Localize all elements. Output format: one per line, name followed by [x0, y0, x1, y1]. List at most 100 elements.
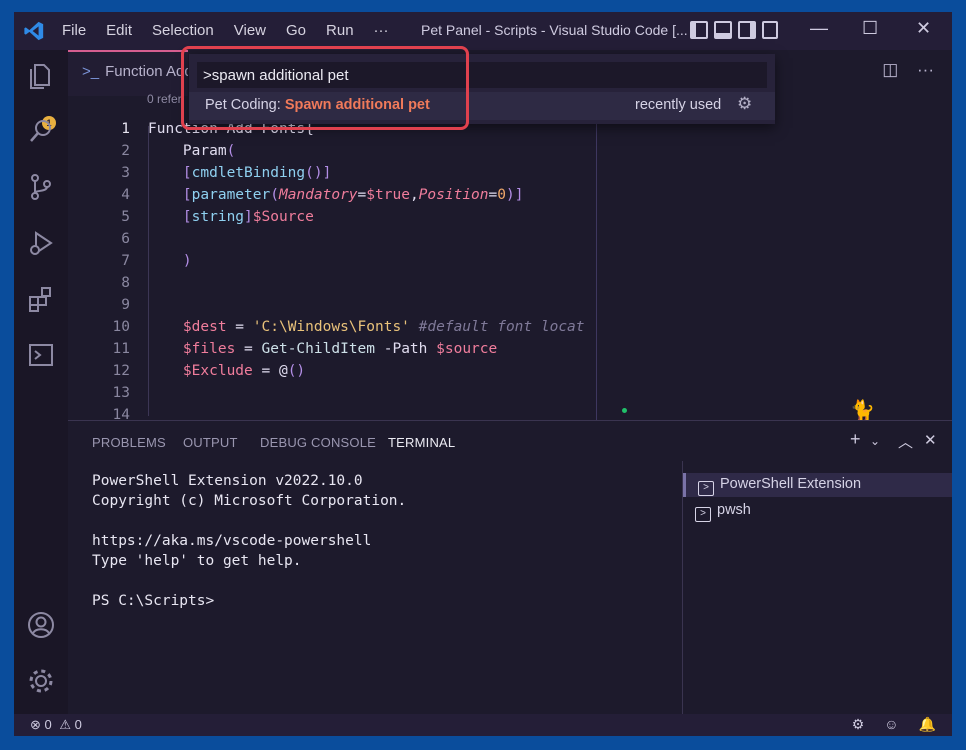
title-bar: File Edit Selection View Go Run ··· Pet …	[14, 12, 952, 50]
split-editor-icon[interactable]: ◫	[882, 60, 898, 79]
vscode-logo-icon	[24, 21, 44, 41]
menu-go[interactable]: Go	[286, 22, 306, 39]
warning-count: 0	[74, 717, 82, 732]
terminal-item-powershell-extension[interactable]: > PowerShell Extension	[683, 473, 952, 497]
minimize-icon[interactable]: —	[810, 18, 828, 39]
code-token: #default font locat	[409, 319, 585, 335]
code-line[interactable]: 2 Param(	[68, 140, 952, 162]
menu-edit[interactable]: Edit	[106, 22, 132, 39]
code-token: Mandatory	[278, 187, 358, 203]
code-line[interactable]: 12 $Exclude = @()	[68, 360, 952, 382]
code-editor[interactable]: 1 Function Add-Fonts{2 Param(3 [cmdletBin…	[68, 104, 952, 423]
close-panel-icon[interactable]: ✕	[924, 431, 937, 449]
menu-more[interactable]: ···	[374, 22, 389, 39]
code-token: = @	[252, 363, 288, 379]
minimap-marker	[622, 408, 627, 413]
line-number: 3	[121, 165, 130, 181]
configure-keybinding-gear-icon[interactable]: ⚙	[737, 94, 752, 114]
code-token: =	[357, 187, 367, 203]
code-line[interactable]: 7 )	[68, 250, 952, 272]
powershell-icon[interactable]	[26, 340, 56, 370]
line-number: 12	[112, 363, 130, 379]
toggle-secondary-sidebar-icon[interactable]	[738, 21, 756, 39]
code-token: =	[488, 187, 498, 203]
line-number: 4	[121, 187, 130, 203]
tab-problems[interactable]: PROBLEMS	[92, 435, 166, 450]
manage-gear-icon[interactable]	[26, 666, 56, 696]
code-text: $Exclude = @()	[148, 360, 305, 382]
feedback-icon[interactable]: ☺	[884, 716, 898, 733]
toggle-sidebar-icon[interactable]	[690, 21, 708, 39]
activity-bar: 1	[14, 50, 68, 714]
code-token: [	[148, 209, 192, 225]
account-icon[interactable]	[26, 610, 56, 640]
search-icon[interactable]	[26, 116, 56, 146]
code-line[interactable]: 11 $files = Get-ChildItem -Path $source	[68, 338, 952, 360]
close-icon[interactable]: ✕	[916, 18, 931, 39]
code-text: [string]$Source	[148, 206, 314, 228]
tab-terminal[interactable]: TERMINAL	[388, 435, 455, 450]
code-token: string	[191, 209, 245, 225]
terminal-list: > PowerShell Extension > pwsh	[682, 461, 952, 715]
code-token: 'C:\Windows\Fonts'	[252, 319, 410, 335]
maximize-icon[interactable]: ☐	[862, 18, 878, 39]
menu-selection[interactable]: Selection	[152, 22, 214, 39]
terminal-icon: >	[695, 507, 711, 522]
terminal-item-pwsh[interactable]: > pwsh	[683, 499, 952, 523]
code-line[interactable]: 9	[68, 294, 952, 316]
customize-layout-icon[interactable]	[762, 21, 778, 39]
menu-run[interactable]: Run	[326, 22, 354, 39]
line-number: 6	[121, 231, 130, 247]
code-token: )]	[505, 187, 524, 203]
line-number: 8	[121, 275, 130, 291]
line-number: 9	[121, 297, 130, 313]
code-line[interactable]: 13	[68, 382, 952, 404]
bottom-panel: PROBLEMS OUTPUT DEBUG CONSOLE TERMINAL +…	[68, 420, 952, 715]
terminal-item-label: PowerShell Extension	[720, 476, 862, 492]
line-number: 11	[112, 341, 130, 357]
source-control-icon[interactable]	[26, 172, 56, 202]
new-terminal-plus-icon[interactable]: +	[850, 429, 861, 450]
code-line[interactable]: 10 $dest = 'C:\Windows\Fonts' #default f…	[68, 316, 952, 338]
more-actions-icon[interactable]: ···	[917, 60, 934, 79]
menu-view[interactable]: View	[234, 22, 266, 39]
editor-tab[interactable]: >_ Function Add	[68, 50, 188, 96]
tab-debug-console[interactable]: DEBUG CONSOLE	[260, 435, 376, 450]
line-number: 5	[121, 209, 130, 225]
terminal-icon: >	[698, 481, 714, 496]
line-number: 13	[112, 385, 130, 401]
menu-file[interactable]: File	[62, 22, 86, 39]
code-line[interactable]: 6	[68, 228, 952, 250]
code-text: $dest = 'C:\Windows\Fonts' #default font…	[148, 316, 585, 338]
remote-icon[interactable]: ⚙	[852, 716, 865, 733]
notifications-bell-icon[interactable]: 🔔	[919, 716, 936, 733]
code-text: [parameter(Mandatory=$true,Position=0)]	[148, 184, 524, 206]
explorer-icon[interactable]	[26, 60, 56, 90]
code-token: ()	[287, 363, 306, 379]
code-token: )	[148, 253, 192, 269]
code-line[interactable]: 3 [cmdletBinding()]	[68, 162, 952, 184]
status-bar: ⊗ 0 ⚠ 0 ⚙ ☺ 🔔	[14, 714, 952, 736]
terminal-output[interactable]: PowerShell Extension v2022.10.0 Copyrigh…	[92, 471, 406, 611]
chevron-down-icon[interactable]: ⌄	[870, 434, 880, 448]
menu-bar: File Edit Selection View Go Run ···	[62, 22, 409, 39]
extensions-icon[interactable]	[26, 284, 56, 314]
code-token: ()]	[305, 165, 332, 181]
code-token: cmdletBinding	[191, 165, 306, 181]
run-debug-icon[interactable]	[26, 228, 56, 258]
line-number: 7	[121, 253, 130, 269]
code-line[interactable]: 4 [parameter(Mandatory=$true,Position=0)…	[68, 184, 952, 206]
status-right: ⚙ ☺ 🔔	[852, 716, 936, 733]
code-line[interactable]: 5 [string]$Source	[68, 206, 952, 228]
code-line[interactable]: 8	[68, 272, 952, 294]
code-token: $true	[366, 187, 410, 203]
code-token: $Source	[252, 209, 314, 225]
code-token: Get-ChildItem	[261, 341, 376, 357]
toggle-panel-icon[interactable]	[714, 21, 732, 39]
problems-status[interactable]: ⊗ 0 ⚠ 0	[30, 717, 82, 733]
tab-output[interactable]: OUTPUT	[183, 435, 238, 450]
code-token: [	[148, 165, 192, 181]
line-number: 1	[121, 121, 130, 137]
maximize-panel-chevron-up-icon[interactable]: ︿	[898, 431, 913, 452]
code-text: $files = Get-ChildItem -Path $source	[148, 338, 497, 360]
